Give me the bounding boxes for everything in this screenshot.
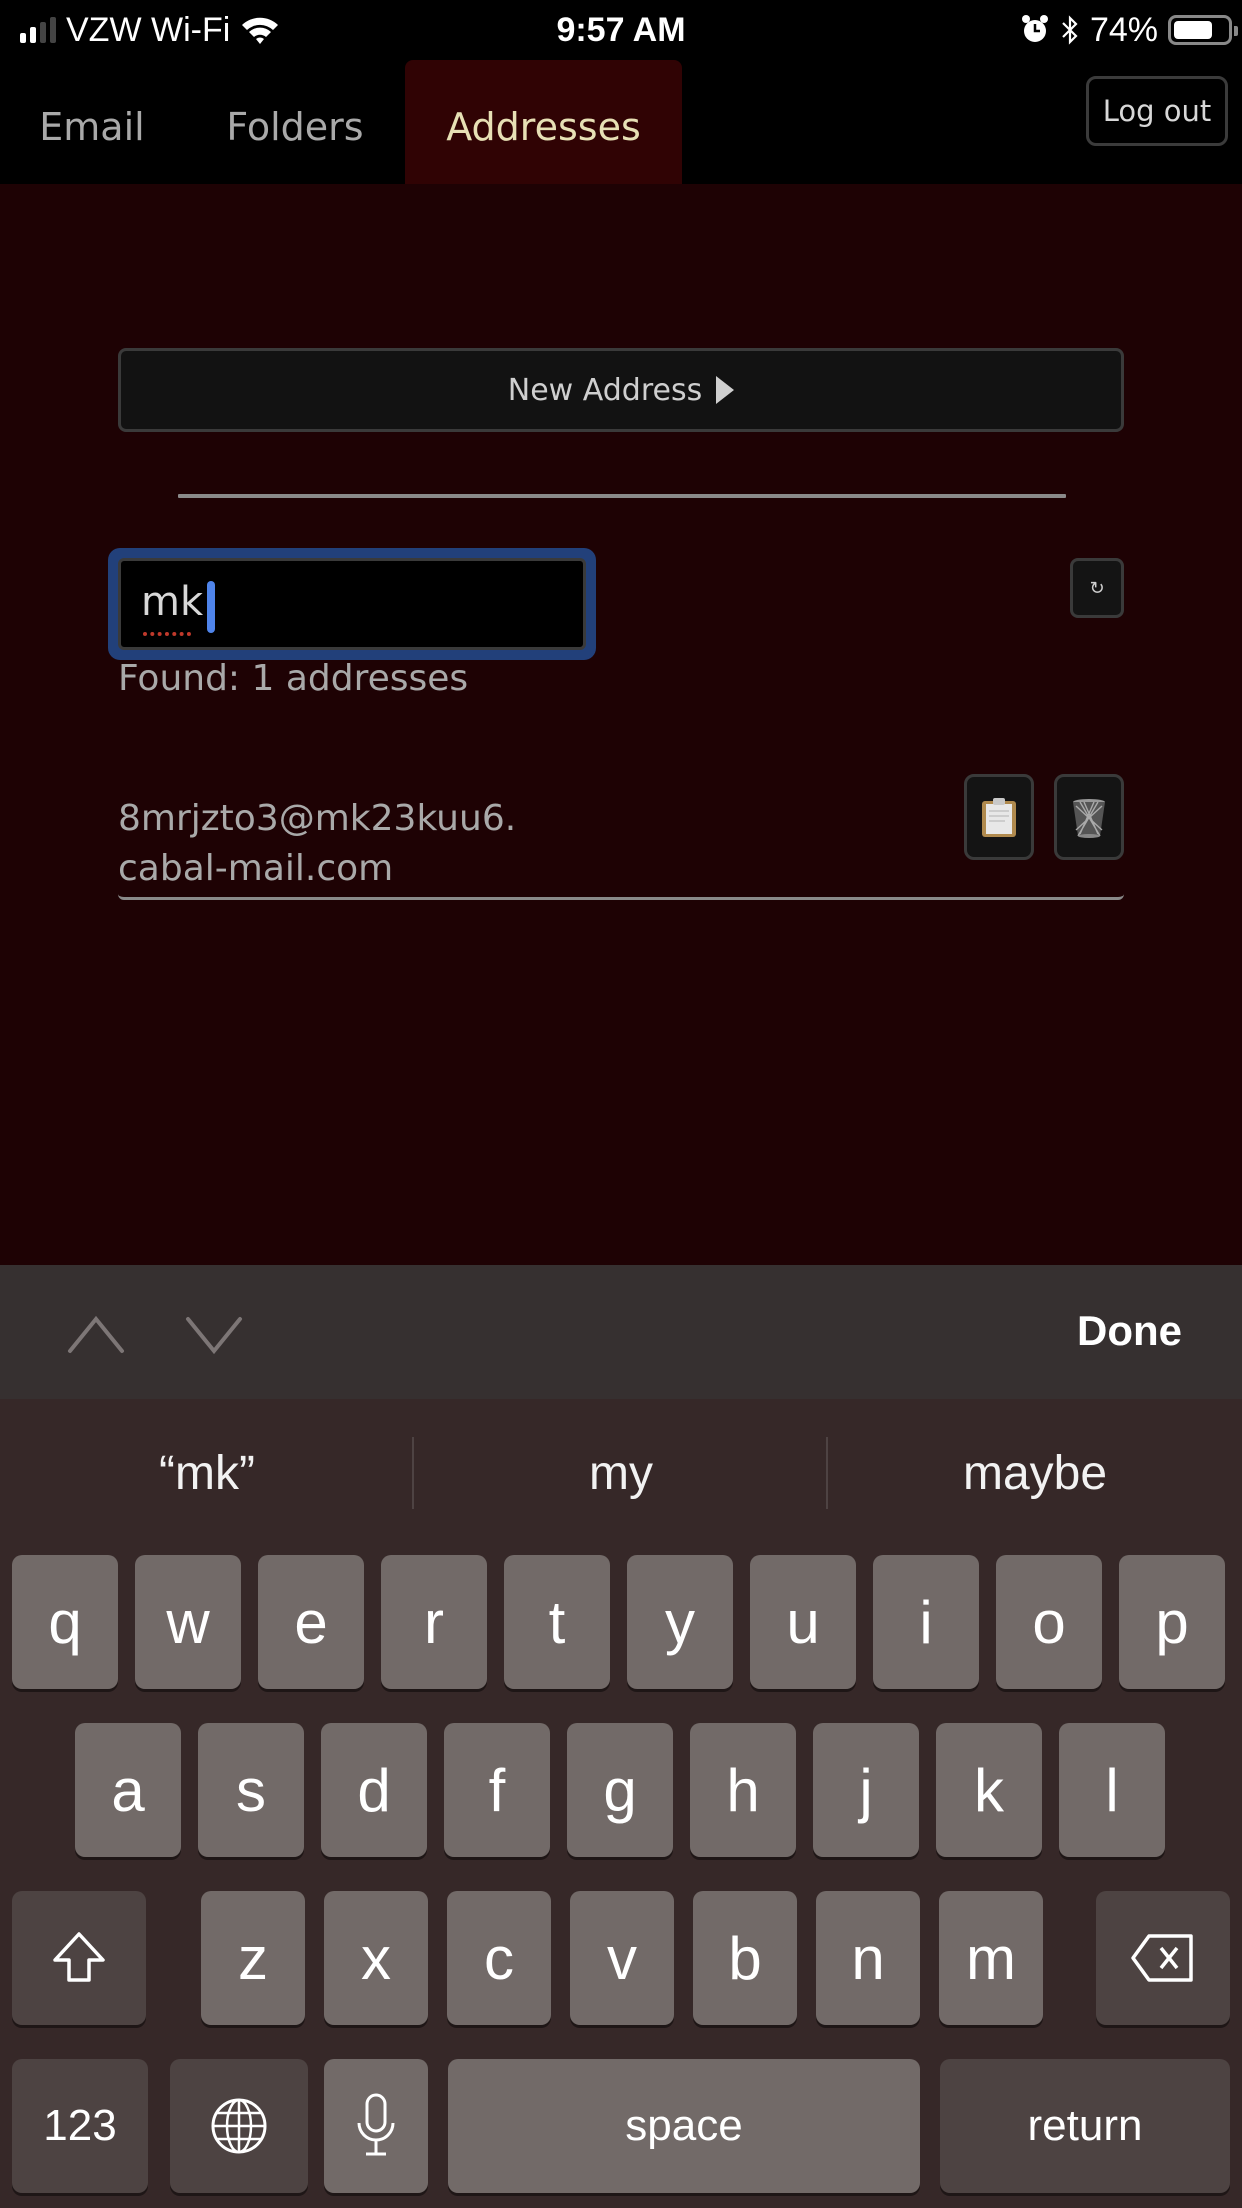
logout-button[interactable]: Log out	[1086, 76, 1228, 146]
key-q[interactable]: q	[12, 1555, 118, 1689]
key-z[interactable]: z	[201, 1891, 305, 2025]
dictation-key[interactable]	[324, 2059, 428, 2193]
alarm-icon	[1021, 15, 1048, 42]
trash-icon	[1073, 799, 1105, 838]
status-bar: VZW Wi-Fi 9:57 AM 74%	[0, 0, 1242, 60]
key-g[interactable]: g	[567, 1723, 673, 1857]
address-text[interactable]: 8mrjzto3@mk23kuu6. cabal-mail.com	[118, 794, 678, 894]
copy-address-button[interactable]	[964, 774, 1034, 860]
key-c[interactable]: c	[447, 1891, 551, 2025]
text-caret	[207, 581, 215, 633]
battery-icon	[1168, 15, 1238, 45]
key-n[interactable]: n	[816, 1891, 920, 2025]
key-d[interactable]: d	[321, 1723, 427, 1857]
shift-icon	[53, 1932, 105, 1982]
key-b[interactable]: b	[693, 1891, 797, 2025]
suggestion-1[interactable]: “mk”	[0, 1399, 414, 1549]
key-v[interactable]: v	[570, 1891, 674, 2025]
tab-email[interactable]: Email	[10, 60, 174, 184]
new-address-label: New Address	[507, 372, 703, 408]
address-line-2: cabal-mail.com	[118, 848, 394, 889]
space-key[interactable]: space	[448, 2059, 920, 2193]
battery-percent: 74%	[1089, 10, 1158, 49]
key-t[interactable]: t	[504, 1555, 610, 1689]
suggestion-3[interactable]: maybe	[828, 1399, 1242, 1549]
delete-address-button[interactable]	[1054, 774, 1124, 860]
key-w[interactable]: w	[135, 1555, 241, 1689]
onscreen-keyboard: “mk” my maybe qwertyuiop asdfghjkl zxcvbnm…	[0, 1399, 1242, 2208]
clipboard-icon	[982, 798, 1016, 837]
new-address-button[interactable]: New Address	[118, 348, 1124, 432]
backspace-key[interactable]	[1096, 1891, 1230, 2025]
key-x[interactable]: x	[324, 1891, 428, 2025]
globe-icon	[211, 2098, 267, 2154]
nav-tabbar: Email Folders Addresses Log out	[0, 60, 1242, 184]
globe-key[interactable]	[170, 2059, 308, 2193]
key-y[interactable]: y	[627, 1555, 733, 1689]
key-p[interactable]: p	[1119, 1555, 1225, 1689]
divider	[178, 494, 1066, 498]
key-o[interactable]: o	[996, 1555, 1102, 1689]
done-button[interactable]: Done	[1077, 1307, 1182, 1355]
key-j[interactable]: j	[813, 1723, 919, 1857]
tab-folders[interactable]: Folders	[204, 60, 386, 184]
key-m[interactable]: m	[939, 1891, 1043, 2025]
expand-triangle-icon	[716, 376, 735, 404]
tab-addresses[interactable]: Addresses	[405, 60, 682, 184]
address-list-item: 8mrjzto3@mk23kuu6. cabal-mail.com	[118, 744, 1124, 900]
key-f[interactable]: f	[444, 1723, 550, 1857]
suggestion-2[interactable]: my	[414, 1399, 828, 1549]
key-i[interactable]: i	[873, 1555, 979, 1689]
return-key[interactable]: return	[940, 2059, 1230, 2193]
key-k[interactable]: k	[936, 1723, 1042, 1857]
next-field-icon[interactable]	[184, 1305, 244, 1365]
address-line-1: 8mrjzto3@mk23kuu6.	[118, 798, 517, 839]
addresses-panel: New Address mk ↻ Found: 1 addresses 8mrj…	[0, 184, 1242, 1264]
key-u[interactable]: u	[750, 1555, 856, 1689]
filter-value: mk	[141, 579, 204, 625]
refresh-icon: ↻	[1089, 577, 1105, 599]
bluetooth-icon	[1062, 15, 1078, 45]
found-count: Found: 1 addresses	[118, 658, 469, 699]
spellcheck-underline	[143, 632, 191, 636]
key-r[interactable]: r	[381, 1555, 487, 1689]
key-l[interactable]: l	[1059, 1723, 1165, 1857]
keyboard-accessory-bar: Done	[0, 1265, 1242, 1399]
backspace-icon	[1131, 1934, 1193, 1982]
previous-field-icon[interactable]	[66, 1305, 126, 1365]
key-a[interactable]: a	[75, 1723, 181, 1857]
filter-input-focus-ring: mk	[108, 548, 596, 660]
address-filter-input[interactable]: mk	[118, 558, 586, 650]
key-h[interactable]: h	[690, 1723, 796, 1857]
key-s[interactable]: s	[198, 1723, 304, 1857]
microphone-icon	[357, 2093, 395, 2156]
numbers-key[interactable]: 123	[12, 2059, 148, 2193]
shift-key[interactable]	[12, 1891, 146, 2025]
key-e[interactable]: e	[258, 1555, 364, 1689]
refresh-button[interactable]: ↻	[1070, 558, 1124, 618]
